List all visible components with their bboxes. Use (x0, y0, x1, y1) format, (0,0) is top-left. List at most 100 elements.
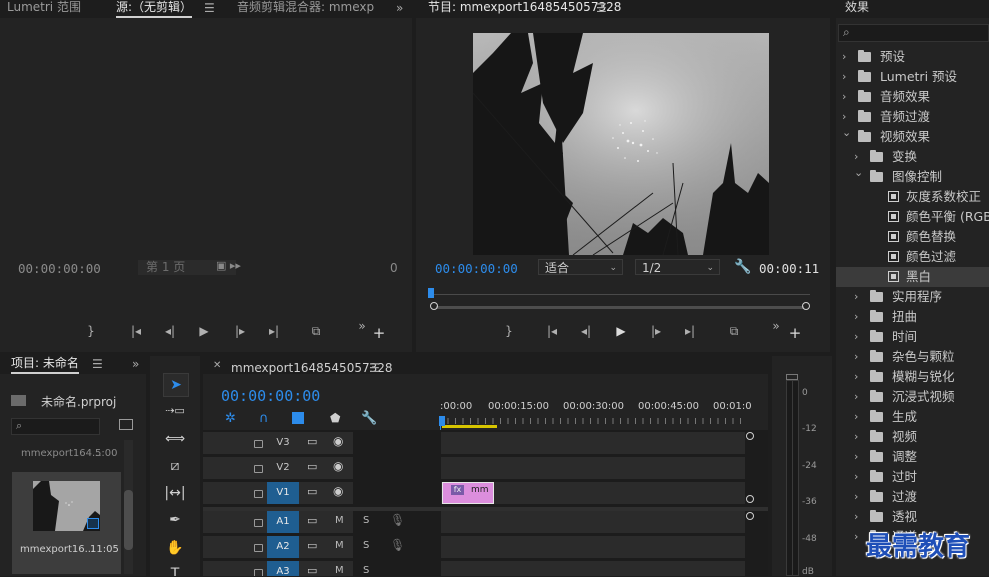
effects-item[interactable]: 颜色替换 (836, 227, 989, 247)
program-scrubber[interactable] (428, 288, 810, 302)
timeline-timecode[interactable]: 00:00:00:00 (221, 387, 320, 405)
track-name-v3[interactable]: V3 (267, 432, 299, 454)
timeline-ruler[interactable]: :00:00 00:00:15:00 00:00:30:00 00:00:45:… (439, 396, 752, 430)
ripple-edit-tool-icon[interactable]: ⟺ (163, 428, 187, 450)
hand-tool-icon[interactable]: ✋ (163, 537, 187, 559)
program-tab-menu-icon[interactable]: ☰ (596, 1, 607, 15)
solo-button[interactable]: S (363, 540, 369, 551)
selection-tool-icon[interactable]: ➤ (163, 373, 189, 397)
effects-item[interactable]: › 视频 (836, 427, 989, 447)
project-scrollbar[interactable] (124, 440, 133, 574)
project-item-tile[interactable]: mmexport16... 11:05 (12, 472, 121, 574)
chevron-down-icon[interactable]: ⌄ (854, 163, 864, 183)
chevron-down-icon[interactable]: ⌄ (842, 123, 852, 143)
chevron-right-icon[interactable]: › (854, 347, 864, 367)
lock-icon[interactable] (254, 490, 263, 498)
chevron-right-icon[interactable]: › (854, 487, 864, 507)
source-tab-menu-icon[interactable]: ☰ (204, 1, 215, 15)
tab-project[interactable]: 项目: 未命名 (11, 356, 79, 374)
work-area-bar[interactable] (442, 425, 497, 428)
add-button-icon[interactable]: + (371, 325, 387, 341)
audio-track-a3[interactable]: A3 ▭ M S (203, 560, 768, 576)
slip-tool-icon[interactable]: |↔| (163, 482, 187, 504)
more-buttons-icon[interactable]: » (768, 318, 784, 334)
project-item-name-1[interactable]: mmexport164... (21, 448, 102, 459)
type-tool-icon[interactable]: T (163, 563, 187, 576)
project-scroll-thumb[interactable] (124, 490, 133, 550)
effects-item[interactable]: › 过渡 (836, 487, 989, 507)
video-track-v1[interactable]: V1 ▭ ◉ fx mm (203, 481, 768, 505)
chevron-right-icon[interactable]: › (854, 367, 864, 387)
track-content[interactable] (441, 432, 745, 454)
effects-item[interactable]: › 模糊与锐化 (836, 367, 989, 387)
resolution-select[interactable]: 1/2 ⌄ (635, 259, 720, 275)
tab-lumetri-scopes[interactable]: Lumetri 范围 (7, 0, 81, 16)
track-name-v2[interactable]: V2 (267, 457, 299, 479)
go-to-in-icon[interactable]: |◂ (544, 323, 560, 339)
close-sequence-icon[interactable]: ✕ (213, 360, 221, 371)
toggle-sync-icon[interactable]: ▭ (307, 460, 317, 473)
track-content[interactable] (441, 561, 745, 576)
effects-item[interactable]: › 沉浸式视频 (836, 387, 989, 407)
toggle-sync-icon[interactable]: ▭ (307, 514, 317, 527)
effects-item[interactable]: › 音频效果 (836, 87, 989, 107)
effects-item[interactable]: › 杂色与颗粒 (836, 347, 989, 367)
track-name-a2[interactable]: A2 (267, 536, 299, 558)
add-marker-icon[interactable]: ⬟ (330, 411, 340, 425)
effects-item[interactable]: › 时间 (836, 327, 989, 347)
add-button-icon[interactable]: + (787, 325, 803, 341)
effects-item[interactable]: 黑白 (836, 267, 989, 287)
more-buttons-icon[interactable]: » (354, 318, 370, 334)
track-content[interactable] (441, 457, 745, 479)
toggle-sync-icon[interactable]: ▭ (307, 564, 317, 576)
eye-icon[interactable]: ◉ (333, 484, 343, 498)
project-tab-menu-icon[interactable]: ☰ (92, 357, 103, 371)
chevron-right-icon[interactable]: › (854, 507, 864, 527)
export-frame-icon[interactable]: ⧉ (726, 323, 742, 339)
track-name-a1[interactable]: A1 (267, 511, 299, 533)
play-icon[interactable]: ▶ (613, 323, 629, 339)
effects-item[interactable]: ⌄ 图像控制 (836, 166, 989, 187)
effects-item[interactable]: › 扭曲 (836, 307, 989, 327)
zoom-handle-right[interactable] (802, 302, 810, 310)
chevron-right-icon[interactable]: › (854, 407, 864, 427)
solo-button[interactable]: S (363, 515, 369, 526)
playhead-marker[interactable] (428, 288, 434, 298)
audio-zoom-handle-top[interactable] (746, 512, 754, 520)
mute-button[interactable]: M (335, 540, 344, 551)
new-bin-icon[interactable] (119, 419, 133, 430)
source-timecode[interactable]: 00:00:00:00 (18, 261, 101, 276)
page-scrub-icon[interactable]: ▣ ▸▸ (216, 259, 241, 272)
chevron-right-icon[interactable]: › (854, 307, 864, 327)
eye-icon[interactable]: ◉ (333, 459, 343, 473)
video-track-v3[interactable]: V3 ▭ ◉ (203, 431, 768, 455)
meter-solo-buttons[interactable] (786, 374, 798, 380)
track-name-v1[interactable]: V1 (267, 482, 299, 504)
tab-program[interactable]: 节目: mmexport1648545057328 (428, 0, 621, 16)
track-select-tool-icon[interactable]: ⇢▭ (163, 400, 187, 422)
effects-item[interactable]: 颜色平衡 (RGB) (836, 207, 989, 227)
effects-item[interactable]: › 音频过渡 (836, 107, 989, 127)
audio-track-a2[interactable]: A2 ▭ M S 🎙 (203, 535, 768, 559)
effects-item[interactable]: › 预设 (836, 47, 989, 67)
magnet-icon[interactable]: ∩ (259, 411, 269, 426)
lock-icon[interactable] (254, 544, 263, 552)
mark-in-icon[interactable]: } (83, 323, 99, 339)
lock-icon[interactable] (254, 569, 263, 576)
effects-item[interactable]: › 透视 (836, 507, 989, 527)
chevron-right-icon[interactable]: › (854, 327, 864, 347)
microphone-icon[interactable]: 🎙 (390, 513, 405, 527)
effects-item[interactable]: 灰度系数校正 (836, 187, 989, 207)
lock-icon[interactable] (254, 519, 263, 527)
razor-tool-icon[interactable]: ⧄ (163, 455, 187, 477)
go-to-out-icon[interactable]: ▸| (266, 323, 282, 339)
chevron-right-icon[interactable]: › (854, 427, 864, 447)
video-clip[interactable]: fx mm (442, 482, 494, 504)
effects-item[interactable]: › 实用程序 (836, 287, 989, 307)
fit-select[interactable]: 适合 ⌄ (538, 259, 623, 275)
step-forward-icon[interactable]: |▸ (232, 323, 248, 339)
mute-button[interactable]: M (335, 515, 344, 526)
effects-item[interactable]: ⌄ 视频效果 (836, 126, 989, 147)
sequence-tab-menu-icon[interactable]: ☰ (369, 361, 380, 375)
eye-icon[interactable]: ◉ (333, 434, 343, 448)
